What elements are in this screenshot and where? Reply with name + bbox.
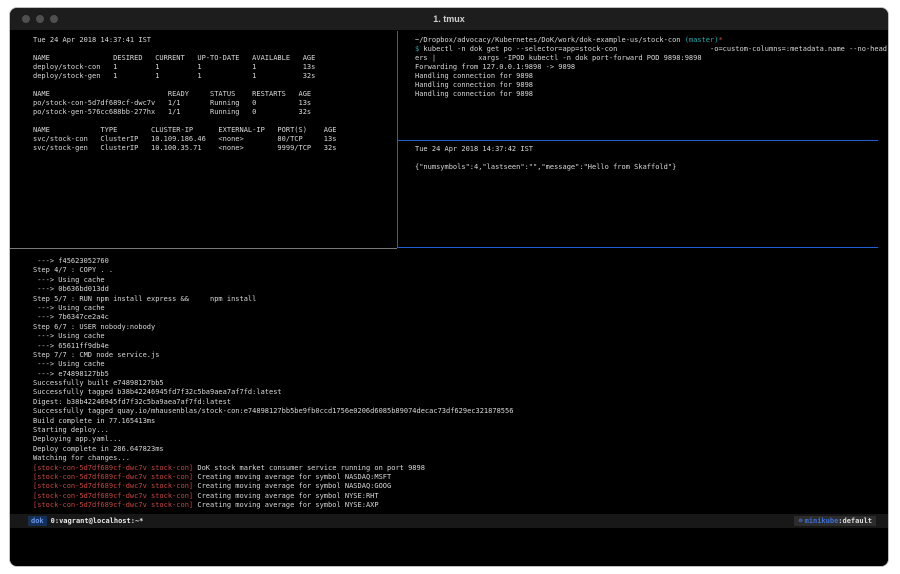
- terminal-line: Build complete in 77.165413ms: [33, 417, 888, 426]
- traffic-lights: [22, 8, 58, 30]
- terminal-line: NAME DESIRED CURRENT UP-TO-DATE AVAILABL…: [33, 54, 397, 63]
- terminal-line: [33, 117, 397, 126]
- pane-skaffold-build-log[interactable]: ---> f45623052760Step 4/7 : COPY . . ---…: [10, 249, 888, 512]
- terminal-line: Watching for changes...: [33, 454, 888, 463]
- window-status[interactable]: 0:vagrant@localhost:~*: [51, 517, 144, 525]
- minimize-button[interactable]: [36, 15, 44, 23]
- terminal-line: Forwarding from 127.0.0.1:9898 -> 9898: [415, 63, 888, 72]
- terminal-line: Handling connection for 9898: [415, 90, 888, 99]
- session-badge[interactable]: dok: [28, 516, 47, 526]
- terminal-line: [stock-con-5d7df689cf-dwc7v stock-con] D…: [33, 464, 888, 473]
- terminal-line: [415, 154, 878, 163]
- terminal-line: Deploy complete in 286.647823ms: [33, 445, 888, 454]
- terminal-line: svc/stock-gen ClusterIP 10.100.35.71 <no…: [33, 144, 397, 153]
- tmux-content: Tue 24 Apr 2018 14:37:41 IST NAME DESIRE…: [10, 31, 888, 566]
- terminal-line: Step 4/7 : COPY . .: [33, 266, 888, 275]
- terminal-line: Step 6/7 : USER nobody:nobody: [33, 323, 888, 332]
- pane-consumer-output-active[interactable]: Tue 24 Apr 2018 14:37:42 IST {"numsymbol…: [397, 140, 878, 248]
- terminal-line: ---> 0b636bd013dd: [33, 285, 888, 294]
- terminal-line: Successfully tagged quay.io/mhausenblas/…: [33, 407, 888, 416]
- terminal-line: ---> e74898127bb5: [33, 370, 888, 379]
- pane-port-forward[interactable]: ~/Dropbox/advocacy/Kubernetes/DoK/work/d…: [398, 31, 888, 140]
- terminal-line: [stock-con-5d7df689cf-dwc7v stock-con] C…: [33, 492, 888, 501]
- terminal-line: $ kubectl -n dok get po --selector=app=s…: [415, 45, 888, 54]
- terminal-line: [stock-con-5d7df689cf-dwc7v stock-con] C…: [33, 473, 888, 482]
- terminal-line: Step 7/7 : CMD node service.js: [33, 351, 888, 360]
- context-name: :default: [838, 517, 872, 525]
- terminal-line: ---> 65611ff9db4e: [33, 342, 888, 351]
- terminal-line: svc/stock-con ClusterIP 10.109.186.46 <n…: [33, 135, 397, 144]
- terminal-line: Successfully built e74898127bb5: [33, 379, 888, 388]
- terminal-line: Handling connection for 9898: [415, 72, 888, 81]
- zoom-button[interactable]: [50, 15, 58, 23]
- terminal-line: deploy/stock-gen 1 1 1 1 32s: [33, 72, 397, 81]
- cluster-badge: ☸ minikube :default: [794, 516, 876, 526]
- terminal-line: ---> Using cache: [33, 304, 888, 313]
- terminal-line: Digest: b38b42246945fd7f32c5ba9aea7af7fd…: [33, 398, 888, 407]
- terminal-line: Starting deploy...: [33, 426, 888, 435]
- terminal-line: [stock-con-5d7df689cf-dwc7v stock-con] C…: [33, 501, 888, 510]
- terminal-line: Tue 24 Apr 2018 14:37:42 IST: [415, 145, 878, 154]
- terminal-line: Tue 24 Apr 2018 14:37:41 IST: [33, 36, 397, 45]
- terminal-line: deploy/stock-con 1 1 1 1 13s: [33, 63, 397, 72]
- kubernetes-icon: ☸: [798, 517, 802, 525]
- titlebar: 1. tmux: [10, 8, 888, 31]
- pane-kubectl-resources[interactable]: Tue 24 Apr 2018 14:37:41 IST NAME DESIRE…: [10, 31, 397, 248]
- terminal-line: po/stock-con-5d7df689cf-dwc7v 1/1 Runnin…: [33, 99, 397, 108]
- cluster-name: minikube: [805, 517, 839, 525]
- terminal-line: ---> Using cache: [33, 276, 888, 285]
- terminal-line: NAME READY STATUS RESTARTS AGE: [33, 90, 397, 99]
- terminal-line: po/stock-gen-576cc688bb-277hx 1/1 Runnin…: [33, 108, 397, 117]
- terminal-line: Step 5/7 : RUN npm install express && np…: [33, 295, 888, 304]
- terminal-line: ---> Using cache: [33, 332, 888, 341]
- terminal-line: {"numsymbols":4,"lastseen":"","message":…: [415, 163, 878, 172]
- status-bar: dok 0:vagrant@localhost:~* ☸ minikube :d…: [10, 514, 888, 528]
- terminal-line: ers | xargs -IPOD kubectl -n dok port-fo…: [415, 54, 888, 63]
- terminal-line: Successfully tagged b38b42246945fd7f32c5…: [33, 388, 888, 397]
- terminal-window: 1. tmux Tue 24 Apr 2018 14:37:41 IST NAM…: [10, 8, 888, 566]
- terminal-line: Deploying app.yaml...: [33, 435, 888, 444]
- terminal-line: ---> 7b6347ce2a4c: [33, 313, 888, 322]
- terminal-line: NAME TYPE CLUSTER-IP EXTERNAL-IP PORT(S)…: [33, 126, 397, 135]
- terminal-line: ---> Using cache: [33, 360, 888, 369]
- close-button[interactable]: [22, 15, 30, 23]
- terminal-line: ---> f45623052760: [33, 257, 888, 266]
- terminal-line: Handling connection for 9898: [415, 81, 888, 90]
- terminal-line: [stock-con-5d7df689cf-dwc7v stock-con] C…: [33, 482, 888, 491]
- window-title: 1. tmux: [433, 14, 465, 24]
- terminal-line: ~/Dropbox/advocacy/Kubernetes/DoK/work/d…: [415, 36, 888, 45]
- terminal-line: [33, 45, 397, 54]
- terminal-line: [33, 81, 397, 90]
